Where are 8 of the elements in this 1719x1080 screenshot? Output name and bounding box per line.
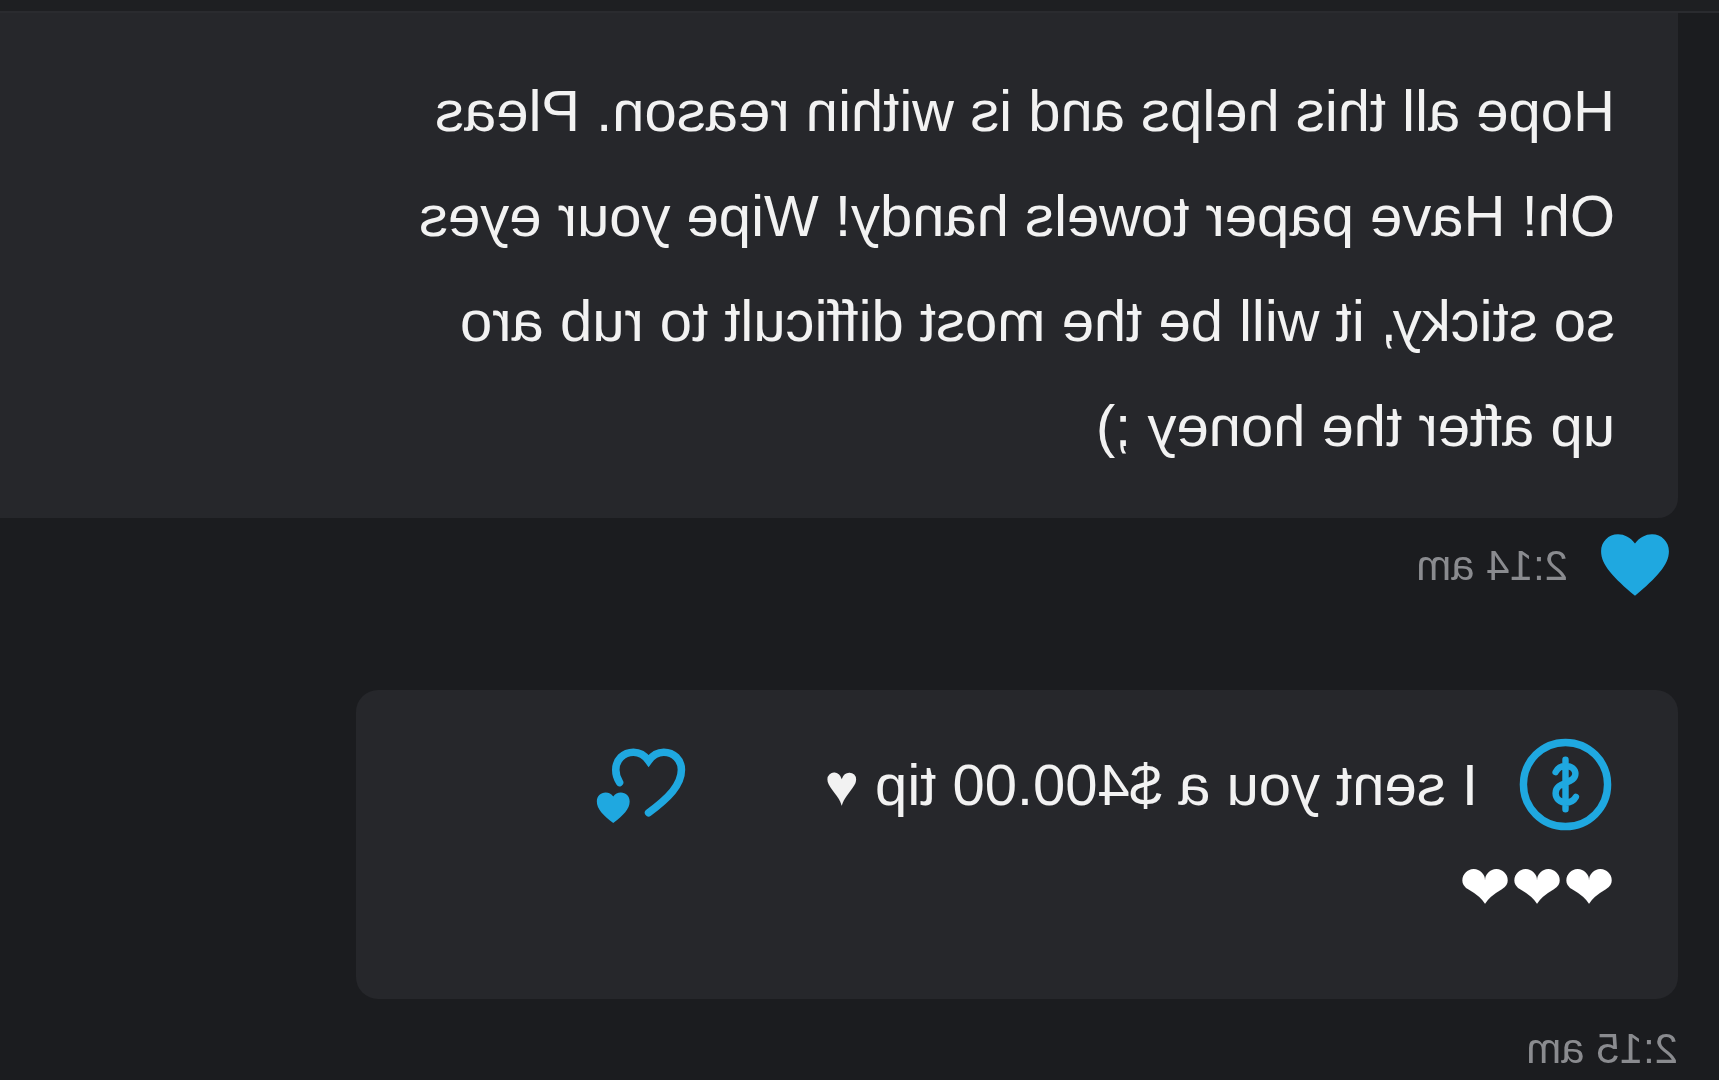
message-text: up after the honey ;) [1095, 392, 1615, 460]
message-time: 2:15 am [1526, 1024, 1678, 1074]
message-text: Oh! Have paper towels handy! Wipe your eyes [418, 182, 1615, 250]
message-text: so sticky, it will be the most difficult to rub aro [459, 287, 1615, 355]
tip-text: I sent you a $400.00 tip ♥ [824, 751, 1478, 819]
message-text: Hope all this helps and is within reason. Pleas [435, 77, 1615, 145]
hearts-text: ❤❤❤ [1459, 852, 1615, 924]
message-time: 2:14 am [1416, 540, 1568, 591]
